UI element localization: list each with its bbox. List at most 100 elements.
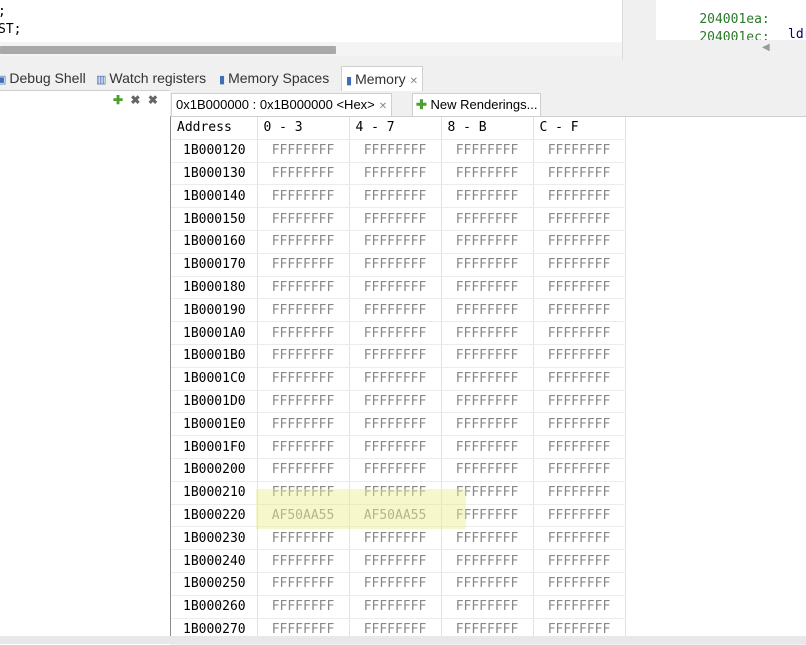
value-cell[interactable]: FFFFFFFF	[533, 253, 626, 277]
disassembly-view[interactable]: 204001ea: ldr 204001ec: bl	[656, 0, 806, 40]
value-cell[interactable]: FFFFFFFF	[533, 162, 626, 186]
table-row[interactable]: 1B000220 AF50AA55 AF50AA55 FFFFFFFF FFFFFFFF	[171, 504, 626, 528]
value-cell[interactable]: FFFFFFFF	[257, 321, 350, 345]
disassembly-horizontal-scrollbar[interactable]: ◀	[656, 40, 806, 56]
add-monitor-icon[interactable]: ✚	[113, 93, 123, 107]
table-row[interactable]: 1B000140 FFFFFFFF FFFFFFFF FFFFFFFF FFFFFFFF	[171, 184, 626, 209]
tab-memory-spaces[interactable]: ▮ Memory Spaces	[219, 66, 329, 90]
value-cell[interactable]: FFFFFFFF	[441, 549, 534, 573]
table-row[interactable]: 1B000120 FFFFFFFF FFFFFFFF FFFFFFFF FFFFFFFF	[171, 139, 626, 163]
value-cell[interactable]: FFFFFFFF	[441, 253, 534, 277]
table-row[interactable]: 1B0001A0 FFFFFFFF FFFFFFFF FFFFFFFF FFFFFFFF	[171, 321, 626, 345]
editor-scroll-thumb[interactable]	[0, 46, 336, 54]
value-cell[interactable]: FFFFFFFF	[533, 139, 626, 163]
value-cell[interactable]: FFFFFFFF	[441, 526, 534, 551]
value-cell[interactable]: FFFFFFFF	[533, 504, 626, 528]
value-cell[interactable]: FFFFFFFF	[441, 595, 534, 619]
table-row[interactable]: 1B0001C0 FFFFFFFF FFFFFFFF FFFFFFFF FFFFFFFF	[171, 367, 626, 391]
value-cell[interactable]: FFFFFFFF	[349, 367, 442, 391]
value-cell[interactable]: AF50AA55	[349, 504, 442, 528]
value-cell[interactable]: FFFFFFFF	[257, 276, 350, 300]
remove-all-icon[interactable]: ✖	[148, 93, 158, 107]
value-cell[interactable]: FFFFFFFF	[441, 162, 534, 186]
value-cell[interactable]: FFFFFFFF	[257, 139, 350, 163]
value-cell[interactable]: FFFFFFFF	[257, 253, 350, 277]
table-row[interactable]: 1B000190 FFFFFFFF FFFFFFFF FFFFFFFF FFFFFFFF	[171, 298, 626, 323]
value-cell[interactable]: FFFFFFFF	[441, 344, 534, 368]
value-cell[interactable]: FFFFFFFF	[349, 253, 442, 277]
source-editor[interactable]: ; ST;	[0, 0, 622, 42]
value-cell[interactable]: FFFFFFFF	[533, 207, 626, 231]
value-cell[interactable]: FFFFFFFF	[257, 481, 350, 505]
value-cell[interactable]: FFFFFFFF	[257, 230, 350, 254]
value-cell[interactable]: FFFFFFFF	[441, 504, 534, 528]
table-row[interactable]: 1B0001D0 FFFFFFFF FFFFFFFF FFFFFFFF FFFFFFFF	[171, 390, 626, 414]
table-row[interactable]: 1B000270 FFFFFFFF FFFFFFFF FFFFFFFF FFFFFFFF	[171, 618, 626, 637]
value-cell[interactable]: FFFFFFFF	[349, 207, 442, 231]
value-cell[interactable]: FFFFFFFF	[441, 367, 534, 391]
value-cell[interactable]: FFFFFFFF	[257, 344, 350, 368]
table-row[interactable]: 1B000150 FFFFFFFF FFFFFFFF FFFFFFFF FFFFFFFF	[171, 207, 626, 231]
value-cell[interactable]: FFFFFFFF	[533, 298, 626, 323]
value-cell[interactable]: FFFFFFFF	[349, 549, 442, 573]
value-cell[interactable]: FFFFFFFF	[349, 595, 442, 619]
value-cell[interactable]: FFFFFFFF	[349, 618, 442, 637]
table-row[interactable]: 1B000250 FFFFFFFF FFFFFFFF FFFFFFFF FFFFFFFF	[171, 572, 626, 596]
value-cell[interactable]: FFFFFFFF	[441, 207, 534, 231]
value-cell[interactable]: FFFFFFFF	[257, 367, 350, 391]
table-row[interactable]: 1B0001E0 FFFFFFFF FFFFFFFF FFFFFFFF FFFFFFFF	[171, 412, 626, 437]
value-cell[interactable]: FFFFFFFF	[533, 412, 626, 437]
table-row[interactable]: 1B000160 FFFFFFFF FFFFFFFF FFFFFFFF FFFFFFFF	[171, 230, 626, 254]
value-cell[interactable]: FFFFFFFF	[533, 390, 626, 414]
value-cell[interactable]: FFFFFFFF	[349, 162, 442, 186]
value-cell[interactable]: FFFFFFFF	[441, 139, 534, 163]
value-cell[interactable]: FFFFFFFF	[441, 184, 534, 209]
value-cell[interactable]: FFFFFFFF	[533, 276, 626, 300]
value-cell[interactable]: FFFFFFFF	[441, 618, 534, 637]
table-row[interactable]: 1B000260 FFFFFFFF FFFFFFFF FFFFFFFF FFFFFFFF	[171, 595, 626, 619]
tab-watch-registers[interactable]: ▥ Watch registers	[96, 66, 206, 90]
value-cell[interactable]: FFFFFFFF	[441, 572, 534, 596]
value-cell[interactable]: FFFFFFFF	[533, 572, 626, 596]
value-cell[interactable]: FFFFFFFF	[349, 276, 442, 300]
value-cell[interactable]: FFFFFFFF	[257, 526, 350, 551]
value-cell[interactable]: FFFFFFFF	[349, 435, 442, 459]
tab-debug-shell[interactable]: ▣ Debug Shell	[0, 66, 86, 90]
remove-monitor-icon[interactable]: ✖	[130, 93, 140, 107]
value-cell[interactable]: FFFFFFFF	[257, 572, 350, 596]
value-cell[interactable]: FFFFFFFF	[349, 458, 442, 482]
table-row[interactable]: 1B000200 FFFFFFFF FFFFFFFF FFFFFFFF FFFFFFFF	[171, 458, 626, 482]
value-cell[interactable]: FFFFFFFF	[533, 549, 626, 573]
value-cell[interactable]: FFFFFFFF	[257, 207, 350, 231]
table-row[interactable]: 1B0001B0 FFFFFFFF FFFFFFFF FFFFFFFF FFFFFFFF	[171, 344, 626, 368]
value-cell[interactable]: FFFFFFFF	[257, 618, 350, 637]
value-cell[interactable]: FFFFFFFF	[441, 435, 534, 459]
close-icon[interactable]: ✕	[379, 101, 387, 112]
value-cell[interactable]: FFFFFFFF	[533, 344, 626, 368]
value-cell[interactable]: FFFFFFFF	[257, 162, 350, 186]
value-cell[interactable]: FFFFFFFF	[533, 458, 626, 482]
value-cell[interactable]: FFFFFFFF	[533, 435, 626, 459]
value-cell[interactable]: FFFFFFFF	[441, 390, 534, 414]
value-cell[interactable]: FFFFFFFF	[257, 458, 350, 482]
table-row[interactable]: 1B000230 FFFFFFFF FFFFFFFF FFFFFFFF FFFFFFFF	[171, 526, 626, 551]
memory-grid[interactable]: Address 0 - 3 4 - 7 8 - B C - F 1B000120…	[170, 116, 806, 637]
value-cell[interactable]: AF50AA55	[257, 504, 350, 528]
value-cell[interactable]: FFFFFFFF	[349, 321, 442, 345]
value-cell[interactable]: FFFFFFFF	[533, 526, 626, 551]
value-cell[interactable]: FFFFFFFF	[257, 435, 350, 459]
value-cell[interactable]: FFFFFFFF	[441, 458, 534, 482]
value-cell[interactable]: FFFFFFFF	[533, 321, 626, 345]
value-cell[interactable]: FFFFFFFF	[533, 184, 626, 209]
table-row[interactable]: 1B000240 FFFFFFFF FFFFFFFF FFFFFFFF FFFFFFFF	[171, 549, 626, 573]
value-cell[interactable]: FFFFFFFF	[349, 526, 442, 551]
value-cell[interactable]: FFFFFFFF	[349, 184, 442, 209]
value-cell[interactable]: FFFFFFFF	[533, 595, 626, 619]
tab-hex-rendering[interactable]: 0x1B000000 : 0x1B000000 <Hex> ✕	[171, 93, 393, 116]
disassembly-row[interactable]: 204001ec: bl	[668, 15, 769, 40]
new-renderings-button[interactable]: ✚ New Renderings...	[412, 93, 542, 116]
value-cell[interactable]: FFFFFFFF	[533, 367, 626, 391]
value-cell[interactable]: FFFFFFFF	[441, 412, 534, 437]
tab-memory[interactable]: ▮ Memory ✕	[341, 66, 424, 91]
value-cell[interactable]: FFFFFFFF	[441, 276, 534, 300]
